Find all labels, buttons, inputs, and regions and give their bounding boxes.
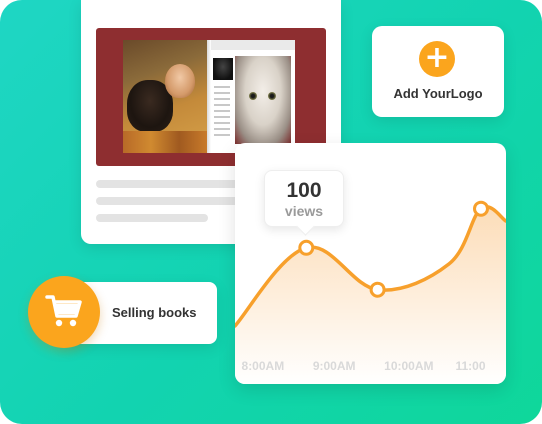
text-placeholder — [214, 104, 230, 106]
x-axis-tick-label: 10:00AM — [384, 359, 434, 373]
text-placeholder — [214, 116, 230, 118]
x-axis-tick-label: 8:00AM — [241, 359, 285, 373]
text-placeholder-line — [96, 197, 246, 205]
data-point-marker[interactable] — [298, 239, 315, 256]
cat-eye — [249, 92, 257, 100]
girl-image — [165, 64, 195, 98]
data-point-marker[interactable] — [473, 200, 489, 217]
x-axis-tick-label: 9:00AM — [312, 359, 356, 373]
views-area-fill — [235, 206, 506, 384]
text-placeholder — [214, 134, 230, 136]
cat-eye — [268, 92, 276, 100]
selling-books-label: Selling books — [112, 305, 197, 320]
text-placeholder — [214, 122, 230, 124]
x-axis-tick-label: 11:00 — [455, 359, 486, 373]
text-placeholder-line — [96, 214, 208, 222]
book-right-page — [211, 40, 295, 153]
plus-icon[interactable]: + — [419, 41, 455, 77]
tooltip-unit: views — [284, 203, 324, 219]
text-placeholder — [214, 110, 230, 112]
text-placeholder — [214, 86, 230, 88]
book-left-page-photo — [123, 40, 207, 153]
views-chart-card: 8:00AM 9:00AM 10:00AM 11:00 100 views — [235, 143, 506, 384]
cart-button[interactable] — [28, 276, 100, 348]
data-point-marker[interactable] — [369, 281, 386, 298]
dog-thumbnail-image — [213, 58, 233, 80]
add-logo-label: Add YourLogo — [393, 86, 483, 101]
text-placeholder-line — [96, 180, 246, 188]
add-logo-card[interactable]: + Add YourLogo — [372, 26, 504, 117]
text-placeholder — [214, 128, 230, 130]
leaves-image — [123, 131, 207, 153]
text-placeholder — [214, 98, 230, 100]
cat-image — [235, 56, 291, 144]
text-placeholder — [214, 92, 230, 94]
page-header-strip — [211, 40, 295, 50]
tooltip-value: 100 — [286, 179, 322, 202]
cart-icon — [45, 295, 82, 327]
views-tooltip: 100 views — [264, 170, 344, 227]
